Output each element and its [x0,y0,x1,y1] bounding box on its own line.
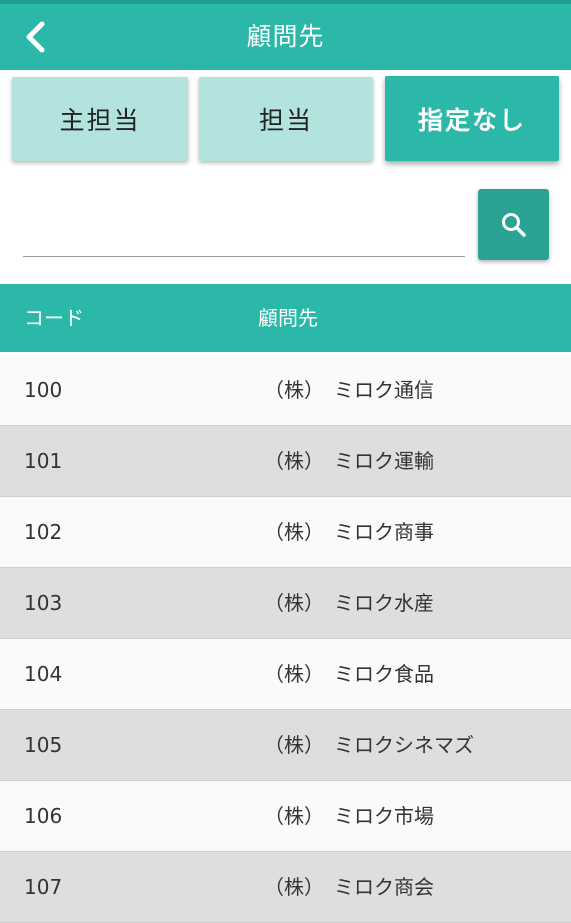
row-client-name: （株） ミロク市場 [264,804,434,828]
table-row[interactable]: 100 （株） ミロク通信 [0,355,571,426]
table-row[interactable]: 106 （株） ミロク市場 [0,781,571,852]
table-row[interactable]: 101 （株） ミロク運輸 [0,426,571,497]
table-row[interactable]: 102 （株） ミロク商事 [0,497,571,568]
row-client-name: （株） ミロク通信 [264,378,434,402]
row-code: 100 [24,378,63,402]
column-header-client: 顧問先 [258,306,318,330]
row-code: 105 [24,733,63,757]
table-header: コード 顧問先 [0,284,571,352]
table-row[interactable]: 107 （株） ミロク商会 [0,852,571,923]
search-icon [501,212,526,237]
search-input[interactable] [23,198,465,257]
row-client-name: （株） ミロク運輸 [264,449,434,473]
client-list: 100 （株） ミロク通信 101 （株） ミロク運輸 102 （株） ミロク商… [0,355,571,923]
row-code: 107 [24,875,63,899]
table-row[interactable]: 105 （株） ミロクシネマズ [0,710,571,781]
filter-tabs: 主担当 担当 指定なし [0,70,571,170]
row-code: 106 [24,804,63,828]
row-client-name: （株） ミロク食品 [264,662,434,686]
filter-charge-button[interactable]: 担当 [199,77,373,161]
row-code: 103 [24,591,63,615]
table-row[interactable]: 103 （株） ミロク水産 [0,568,571,639]
search-button[interactable] [478,189,549,260]
row-client-name: （株） ミロクシネマズ [264,733,474,757]
row-code: 101 [24,449,63,473]
row-client-name: （株） ミロク商事 [264,520,434,544]
row-code: 104 [24,662,63,686]
row-client-name: （株） ミロク商会 [264,875,434,899]
column-header-code: コード [24,306,84,330]
app-bar: 顧問先 [0,4,571,70]
page-title: 顧問先 [246,22,325,51]
table-row[interactable]: 104 （株） ミロク食品 [0,639,571,710]
row-code: 102 [24,520,63,544]
row-client-name: （株） ミロク水産 [264,591,434,615]
filter-main-charge-button[interactable]: 主担当 [12,77,188,161]
filter-unspecified-button[interactable]: 指定なし [385,76,559,161]
